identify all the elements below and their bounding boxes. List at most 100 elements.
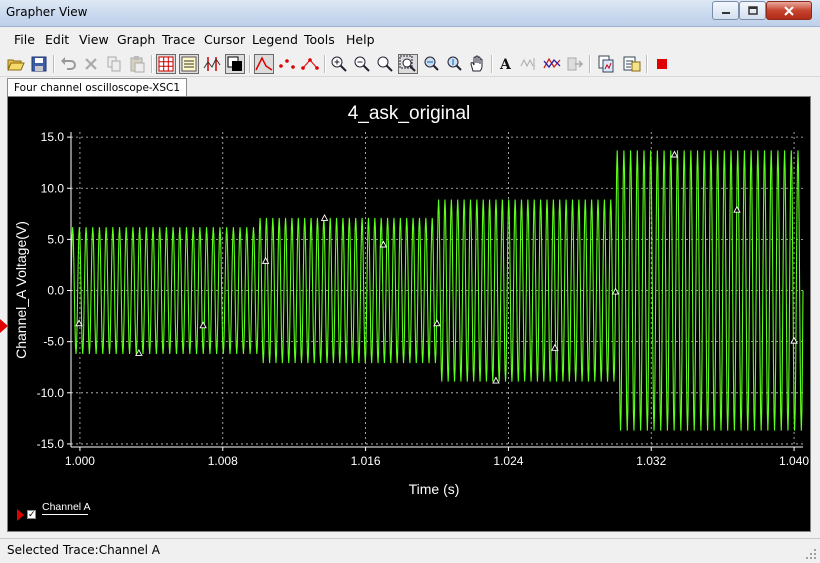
legend-icon [181, 56, 197, 72]
y-tick-label: -5.0 [43, 335, 64, 349]
properties-button[interactable] [622, 54, 642, 74]
trace-point-marker [320, 213, 329, 221]
legend-line-swatch [42, 514, 88, 515]
legend-button[interactable] [179, 54, 199, 74]
x-axis-label: Time (s) [409, 481, 460, 497]
menu-graph[interactable]: Graph [117, 32, 155, 47]
zoom-out-icon [354, 56, 370, 72]
close-button[interactable] [766, 1, 812, 20]
menu-legend[interactable]: Legend [252, 32, 298, 47]
cursors-icon [203, 57, 221, 71]
grid-button[interactable] [156, 54, 176, 74]
paste-button[interactable] [127, 54, 147, 74]
chart-title: 4_ask_original [348, 103, 471, 124]
delete-icon [85, 58, 97, 70]
select-marks-icon [520, 58, 535, 70]
lines-and-points-icon [301, 58, 319, 70]
y-tick-label: 0.0 [47, 284, 64, 298]
menu-view[interactable]: View [79, 32, 109, 47]
legend[interactable]: ✓ Channel A [16, 499, 96, 521]
window-title: Grapher View [6, 5, 88, 19]
cursors-button[interactable] [202, 54, 222, 74]
undo-icon [61, 57, 76, 70]
overlay-button[interactable] [542, 54, 562, 74]
toolbar: A [0, 51, 820, 77]
trace-point-marker [433, 319, 441, 327]
tab-oscilloscope[interactable]: Four channel oscilloscope-XSC1 [7, 78, 188, 97]
trace-point-marker [379, 240, 388, 248]
save-icon [31, 56, 47, 72]
trace-line [70, 150, 804, 431]
menu-tools[interactable]: Tools [304, 32, 335, 47]
trace-point-marker [199, 321, 207, 329]
save-button[interactable] [29, 54, 49, 74]
pan-icon [470, 55, 483, 72]
y-axis-label: Channel_A Voltage(V) [13, 221, 29, 359]
graph-panel[interactable]: 1.000 1.008 1.016 1.024 1.032 1.040 15.0 10.0 5.… [7, 96, 811, 532]
menu-file[interactable]: File [14, 32, 35, 47]
oscilloscope-chart[interactable]: 1.000 1.008 1.016 1.024 1.032 1.040 15.0 10.0 5.… [8, 97, 810, 531]
copy-icon [107, 56, 121, 72]
y-tick-label: 5.0 [47, 232, 64, 246]
paste-icon [130, 56, 145, 73]
stop-button[interactable] [652, 54, 672, 74]
zoom-y-button[interactable] [444, 54, 464, 74]
zoom-out-button[interactable] [352, 54, 372, 74]
menu-help[interactable]: Help [346, 32, 375, 47]
zoom-fit-button[interactable] [375, 54, 395, 74]
menu-cursor[interactable]: Cursor [204, 32, 245, 47]
legend-label: Channel A [42, 501, 91, 513]
pan-button[interactable] [467, 54, 487, 74]
copy-button[interactable] [104, 54, 124, 74]
status-bar: Selected Trace:Channel A [0, 538, 820, 563]
export-icon [567, 57, 584, 71]
zoom-y-icon [447, 56, 462, 71]
zoom-in-icon [331, 56, 347, 72]
minimize-button[interactable] [712, 1, 739, 20]
maximize-button[interactable] [739, 1, 766, 20]
zoom-x-icon [424, 56, 439, 71]
y-tick-label: -15.0 [37, 437, 65, 451]
menu-bar: File Edit View Graph Trace Cursor Legend… [0, 28, 820, 51]
menu-edit[interactable]: Edit [45, 32, 69, 47]
x-tick-label: 1.040 [779, 454, 809, 468]
show-lines-button[interactable] [254, 54, 274, 74]
x-tick-label: 1.016 [351, 454, 381, 468]
lines-and-points-button[interactable] [300, 54, 320, 74]
overlay-icon [543, 57, 561, 69]
properties-icon [623, 56, 641, 72]
reverse-colors-button[interactable] [225, 54, 245, 74]
grid-icon [158, 56, 174, 72]
trace-marker-icon [0, 319, 8, 333]
y-tick-label: -10.0 [37, 386, 65, 400]
x-tick-label: 1.008 [208, 454, 238, 468]
legend-checkbox[interactable]: ✓ [27, 510, 36, 520]
trace-point-marker [670, 150, 679, 158]
title-button[interactable]: A [496, 54, 516, 74]
x-tick-label: 1.032 [636, 454, 666, 468]
zoom-in-button[interactable] [329, 54, 349, 74]
undo-button[interactable] [58, 54, 78, 74]
copy-graph-button[interactable] [596, 54, 616, 74]
zoom-fit-icon [377, 56, 393, 72]
open-button[interactable] [6, 54, 26, 74]
trace-point-marker [492, 376, 500, 384]
status-text: Selected Trace:Channel A [7, 543, 160, 557]
show-points-button[interactable] [277, 54, 297, 74]
zoom-area-button[interactable] [398, 54, 418, 74]
delete-button[interactable] [81, 54, 101, 74]
zoom-x-button[interactable] [421, 54, 441, 74]
y-tick-label: 15.0 [41, 130, 65, 144]
show-lines-icon [255, 56, 273, 71]
title-icon: A [499, 57, 512, 73]
export-button[interactable] [565, 54, 585, 74]
menu-trace[interactable]: Trace [162, 32, 195, 47]
select-marks-button[interactable] [519, 54, 539, 74]
copy-graph-icon [598, 55, 614, 73]
show-points-icon [279, 59, 295, 69]
resize-grip-icon[interactable] [805, 548, 817, 560]
trace-point-marker [611, 287, 620, 295]
y-tick-label: 10.0 [41, 181, 65, 195]
open-icon [7, 59, 25, 71]
title-bar[interactable]: Grapher View [0, 0, 820, 27]
